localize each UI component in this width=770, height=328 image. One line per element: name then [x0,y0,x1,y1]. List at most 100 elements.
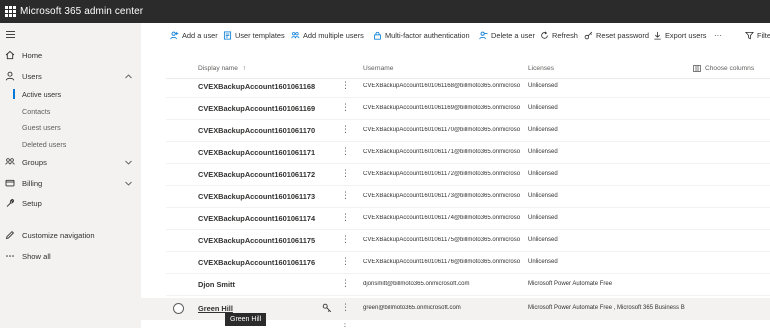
sidebar-item-customize-navigation[interactable]: Customize navigation [0,227,141,243]
row-more-actions-icon[interactable]: ⋮ [341,278,350,288]
user-display-name[interactable]: CVEXBackupAccount1601061172 [198,170,315,179]
user-username: CVEXBackupAccount1601061172@billmoto365.… [363,171,521,177]
home-icon [5,50,15,60]
table-row[interactable]: CVEXBackupAccount1601061175 ⋮ CVEXBackup… [141,230,770,252]
delete-user-button[interactable]: Delete a user [479,23,535,47]
column-header-licenses[interactable]: Licenses [528,65,554,72]
refresh-label: Refresh [552,30,578,40]
user-display-name[interactable]: CVEXBackupAccount1601061174 [198,214,315,223]
sidebar-subitem-label: Active users [22,89,62,99]
multi-factor-authentication-label: Multi-factor authentication [385,30,470,40]
sidebar-subitem-contacts[interactable]: Contacts [0,104,141,118]
sidebar-item-label: Users [22,71,42,81]
user-templates-button[interactable]: User templates [223,23,285,47]
user-license: Unlicensed [528,215,558,221]
user-display-name[interactable]: CVEXBackupAccount1601061176 [198,258,315,267]
user-display-name[interactable]: CVEXBackupAccount1601061171 [198,148,315,157]
hamburger-menu-icon[interactable] [6,31,15,38]
sidebar-subitem-deleted-users[interactable]: Deleted users [0,137,141,151]
multi-factor-authentication-button[interactable]: Multi-factor authentication [373,23,470,47]
user-license: Unlicensed [528,127,558,133]
user-license: Unlicensed [528,171,558,177]
table-row[interactable]: CVEXBackupAccount1601061168 ⋮ CVEXBackup… [141,76,770,98]
reset-password-button[interactable]: Reset password [584,23,649,47]
user-display-name[interactable]: CVEXBackupAccount1601061170 [198,126,315,135]
row-more-actions-icon[interactable]: ⋮ [341,234,350,244]
row-more-actions-icon[interactable]: ⋮ [341,80,350,90]
table-row[interactable]: CVEXBackupAccount1601061173 ⋮ CVEXBackup… [141,186,770,208]
user-templates-label: User templates [235,30,285,40]
row-more-actions-icon[interactable]: ⋮ [341,302,350,312]
column-header-username[interactable]: Username [363,65,393,72]
user-username: green@billmoto365.onmicrosoft.com [363,305,461,311]
add-multiple-users-icon [291,31,300,38]
user-display-name[interactable]: Djon Smitt [198,280,235,289]
refresh-button[interactable]: Refresh [540,23,578,47]
add-multiple-users-button[interactable]: Add multiple users [291,23,364,47]
lock-icon [374,31,381,40]
user-icon [5,71,15,81]
user-username: CVEXBackupAccount1601061174@billmoto365.… [363,215,521,221]
add-multiple-users-label: Add multiple users [303,30,364,40]
filter-button[interactable]: Filte [745,23,770,47]
sidebar-item-users[interactable]: Users [0,68,141,84]
sidebar-item-groups[interactable]: Groups [0,154,141,170]
table-row[interactable]: CVEXBackupAccount1601061171 ⋮ CVEXBackup… [141,142,770,164]
user-display-name[interactable]: CVEXBackupAccount1601061175 [198,236,315,245]
user-username: CVEXBackupAccount1601061169@billmoto365.… [363,105,521,111]
reset-password-row-icon[interactable] [322,303,332,313]
row-more-actions-icon[interactable]: ⋮ [341,190,350,200]
table-row[interactable]: CVEXBackupAccount1601061176 ⋮ CVEXBackup… [141,252,770,274]
sidebar-subitem-active-users[interactable]: Active users [0,87,141,101]
sidebar-item-label: Customize navigation [22,230,95,240]
choose-columns-button[interactable]: Choose columns [693,65,754,72]
app-title[interactable]: Microsoft 365 admin center [20,6,143,17]
filter-icon [745,31,754,39]
row-divider [166,295,770,296]
sidebar-item-home[interactable]: Home [0,47,141,63]
download-icon [654,31,661,40]
add-user-button[interactable]: Add a user [170,23,218,47]
row-more-actions-icon[interactable]: ⋮ [341,168,350,178]
sidebar-item-show-all[interactable]: Show all [0,248,141,264]
table-row[interactable]: CVEXBackupAccount1601061170 ⋮ CVEXBackup… [141,120,770,142]
user-username: CVEXBackupAccount1601061171@billmoto365.… [363,149,521,155]
row-select-radio[interactable] [173,303,184,314]
chevron-down-icon[interactable] [124,158,133,167]
chevron-up-icon[interactable] [124,72,133,81]
user-display-name[interactable]: CVEXBackupAccount1601061173 [198,192,315,201]
tooltip: Green Hill [225,313,267,326]
row-more-actions-icon[interactable]: ⋮ [341,146,350,156]
row-more-actions-icon[interactable]: ⋮ [341,124,350,134]
user-display-name[interactable]: CVEXBackupAccount1601061168 [198,82,315,91]
table-row[interactable]: CVEXBackupAccount1601061174 ⋮ CVEXBackup… [141,208,770,230]
sidebar-item-setup[interactable]: Setup [0,195,141,211]
column-header-display-name[interactable]: Display name ↑ [198,65,246,72]
delete-person-icon [479,31,488,39]
more-actions-button[interactable]: ··· [714,23,722,47]
user-display-name[interactable]: CVEXBackupAccount1601061169 [198,104,315,113]
sidebar-item-billing[interactable]: Billing [0,175,141,191]
refresh-icon [541,30,548,39]
table-row[interactable]: CVEXBackupAccount1601061169 ⋮ CVEXBackup… [141,98,770,120]
sort-ascending-icon: ↑ [242,65,247,72]
row-more-actions-icon[interactable]: ⋮ [341,102,350,112]
reset-password-label: Reset password [596,30,649,40]
table-row[interactable]: CVEXBackupAccount1601061172 ⋮ CVEXBackup… [141,164,770,186]
user-license: Microsoft Power Automate Free [528,281,613,287]
row-more-actions-icon[interactable]: ⋮ [341,212,350,222]
sidebar-subitem-guest-users[interactable]: Guest users [0,120,141,134]
sidebar: Home Users Active users Contacts Guest u… [0,23,141,328]
user-display-name[interactable]: Green Hill [198,304,233,313]
columns-icon [693,65,701,72]
chevron-down-icon[interactable] [124,179,133,188]
ellipsis-icon [5,251,15,261]
user-username: CVEXBackupAccount1601061175@billmoto365.… [363,237,521,243]
table-row[interactable]: Djon Smitt ⋮ djonsmitt@billmoto365.onmic… [141,274,770,296]
add-user-label: Add a user [182,30,218,40]
delete-user-label: Delete a user [491,30,535,40]
export-users-button[interactable]: Export users [653,23,707,47]
row-more-actions-icon[interactable]: ⋮ [341,256,350,266]
app-launcher-icon[interactable] [5,6,16,17]
row-more-actions-icon[interactable]: ⋮ [341,322,349,328]
